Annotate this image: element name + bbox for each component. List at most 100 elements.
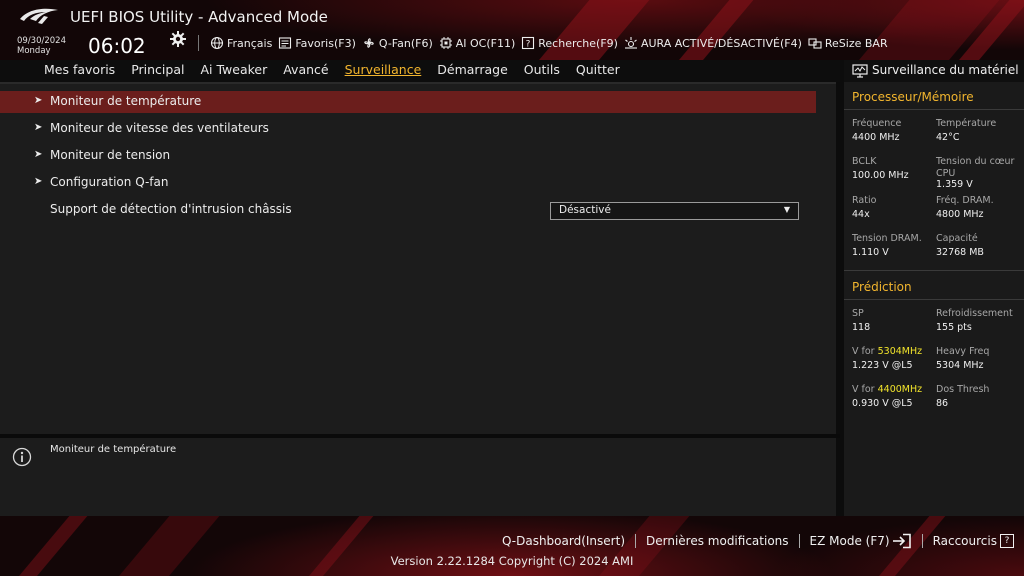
chassis-intrusion-select[interactable]: Désactivé ▼ [550,202,799,220]
help-panel: Moniteur de température [0,438,836,516]
shortcuts-link[interactable]: Raccourcis ? [933,534,1014,548]
footer-links: Q-Dashboard(Insert) Dernières modificati… [502,533,1014,549]
toolbar-label: Q-Fan(F6) [378,36,433,50]
stat-label: Refroidissement [936,308,1013,319]
toolbar-label: AURA ACTIVÉ/DÉSACTIVÉ(F4) [640,36,802,50]
stat-value: 86 [936,398,949,409]
tab-quitter[interactable]: Quitter [576,62,620,77]
footer-separator [798,534,800,548]
app-title: UEFI BIOS Utility - Advanced Mode [70,8,328,26]
ez-mode-link[interactable]: EZ Mode (F7) [810,533,912,549]
exit-arrow-icon [892,533,911,549]
stat-label: Fréq. DRAM. [936,195,994,206]
ai-chip-icon [439,37,452,49]
tab-ai-tweaker[interactable]: Ai Tweaker [200,62,267,77]
favorites-button[interactable]: Favoris(F3) [278,36,356,50]
ai-oc-button[interactable]: AI OC(F11) [439,36,516,50]
menu-item-label: Moniteur de vitesse des ventilateurs [50,121,269,135]
stat-voltage-for-base-freq: V for 4400MHz 0.930 V @L5 [852,384,936,410]
menu-item-fan-speed-monitor[interactable]: ➤ Moniteur de vitesse des ventilateurs [0,118,816,140]
menu-item-temperature-monitor[interactable]: ➤ Moniteur de température [0,91,816,113]
stat-label: Tension DRAM. [852,233,922,244]
select-value: Désactivé [559,204,611,216]
menu-item-voltage-monitor[interactable]: ➤ Moniteur de tension [0,145,816,167]
stat-value: 32768 MB [936,247,984,258]
tab-avance[interactable]: Avancé [283,62,328,77]
stat-heavy-freq: Heavy Freq 5304 MHz [936,346,1021,372]
rog-logo-icon [20,8,58,24]
clock-display[interactable]: 06:02 [88,34,146,58]
qfan-button[interactable]: Q-Fan(F6) [362,36,433,50]
toolbar-label: Français [227,36,273,50]
stat-value: 1.359 V [936,179,973,190]
hardware-monitor-panel: Surveillance du matériel Processeur/Mémo… [844,60,1024,516]
stat-label: Température [936,118,997,129]
toolbar: Français Favoris(F3) Q-Fan(F6) AI OC(F11… [210,34,888,52]
stat-label: Heavy Freq [936,346,990,357]
resize-bar-button[interactable]: ReSize BAR [808,36,888,50]
footer-separator [921,534,923,548]
tab-surveillance[interactable]: Surveillance [345,62,422,77]
hardware-monitor-title: Surveillance du matériel [872,63,1019,77]
menu-item-qfan-configuration[interactable]: ➤ Configuration Q-fan [0,172,816,194]
footer-bar: Q-Dashboard(Insert) Dernières modificati… [0,516,1024,576]
globe-icon [210,36,224,50]
resize-bar-icon [808,38,822,49]
submenu-arrow-icon: ➤ [34,95,43,106]
stat-temperature: Température 42°C [936,118,1021,144]
main-navigation: Mes favoris Principal Ai Tweaker Avancé … [0,60,840,82]
stat-value: 5304 MHz [936,360,984,371]
toolbar-label: ReSize BAR [824,36,888,50]
last-modified-link[interactable]: Dernières modifications [646,534,789,548]
stat-value: 155 pts [936,322,972,333]
stat-label-frequency: 5304MHz [877,346,923,357]
help-question-icon: ? [1000,534,1014,548]
section-divider [844,270,1024,271]
cpu-memory-section-title: Processeur/Mémoire [852,90,974,104]
menu-item-label: Configuration Q-fan [50,175,169,189]
search-button[interactable]: ? Recherche(F9) [521,36,618,50]
stat-label: V for 4400MHz [852,384,936,396]
stat-value: 44x [852,209,870,220]
tab-demarrage[interactable]: Démarrage [437,62,508,77]
date-text: 09/30/2024 [17,36,66,46]
q-dashboard-link[interactable]: Q-Dashboard(Insert) [502,534,625,548]
section-divider [844,109,1024,110]
section-divider [844,299,1024,300]
stat-bclk: BCLK 100.00 MHz [852,156,932,182]
stat-value: 4400 MHz [852,132,900,143]
stat-label: Capacité [936,233,978,244]
fan-icon [364,38,374,48]
stat-label: V for 5304MHz [852,346,936,358]
favorites-icon [279,37,292,49]
header-bar: UEFI BIOS Utility - Advanced Mode 09/30/… [0,0,1024,60]
dropdown-caret-icon: ▼ [783,205,790,214]
toolbar-label: AI OC(F11) [455,36,516,50]
tab-outils[interactable]: Outils [524,62,560,77]
stat-dos-thresh: Dos Thresh 86 [936,384,1021,410]
toolbar-label: Recherche(F9) [538,36,618,50]
aura-icon [624,37,637,49]
shortcuts-label: Raccourcis [932,534,997,548]
submenu-arrow-icon: ➤ [34,122,43,133]
language-button[interactable]: Français [210,36,272,50]
date-display: 09/30/2024 Monday [17,36,66,56]
submenu-arrow-icon: ➤ [34,149,43,160]
stat-label: Fréquence [852,118,902,129]
stat-value: 0.930 V @L5 [852,398,913,409]
gear-icon[interactable] [170,31,186,47]
stat-sp: SP 118 [852,308,932,334]
aura-toggle-button[interactable]: AURA ACTIVÉ/DÉSACTIVÉ(F4) [624,36,802,50]
tab-principal[interactable]: Principal [131,62,184,77]
footer-separator [635,534,636,548]
setting-label: Support de détection d'intrusion châssis [50,202,292,216]
tab-mes-favoris[interactable]: Mes favoris [44,62,115,77]
stat-value: 4800 MHz [936,209,984,220]
stat-dram-voltage: Tension DRAM. 1.110 V [852,233,936,259]
prediction-section-title: Prédiction [852,280,912,294]
stat-label-prefix: V for [852,384,878,395]
toolbar-label: Favoris(F3) [295,36,356,50]
stat-cooling: Refroidissement 155 pts [936,308,1024,334]
menu-item-label: Moniteur de température [50,94,202,108]
stat-frequency: Fréquence 4400 MHz [852,118,932,144]
